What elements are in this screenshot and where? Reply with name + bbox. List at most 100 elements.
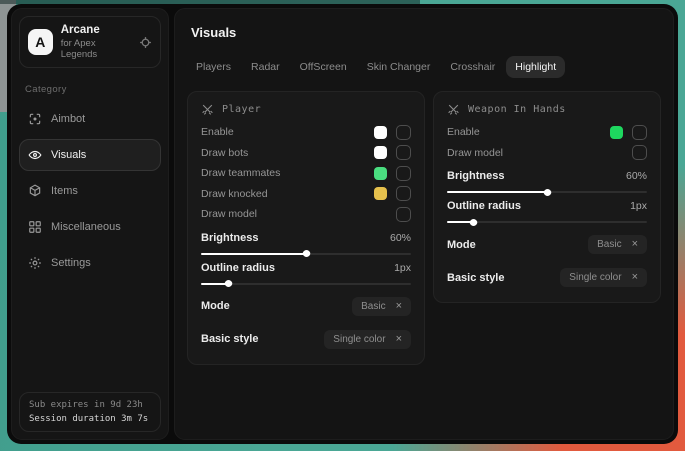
sidebar-item-items[interactable]: Items — [19, 175, 161, 207]
brightness-slider[interactable] — [447, 191, 647, 193]
slider-label: Brightness — [447, 170, 626, 182]
slider-value: 1px — [630, 200, 647, 212]
close-icon[interactable]: × — [632, 272, 638, 283]
setting-label: Enable — [447, 126, 610, 138]
basic-style-tag[interactable]: Single color × — [324, 330, 411, 349]
tag-row-label: Mode — [447, 239, 588, 251]
close-icon[interactable]: × — [632, 239, 638, 250]
weapon-panel-header: Weapon In Hands — [447, 103, 647, 116]
setting-row-enable: Enable — [447, 122, 647, 143]
panel-title: Player — [222, 104, 261, 115]
cheat-menu-window: A Arcane for Apex Legends Category — [7, 4, 678, 444]
panel-title: Weapon In Hands — [468, 104, 566, 115]
sidebar-item-label: Settings — [51, 257, 91, 269]
slider-thumb[interactable] — [302, 249, 312, 259]
close-icon[interactable]: × — [396, 301, 402, 312]
basic-style-row: Basic style Single color × — [201, 328, 411, 351]
sidebar-item-label: Aimbot — [51, 113, 85, 125]
tag-value: Single color — [569, 272, 621, 283]
checkbox[interactable] — [632, 125, 647, 140]
color-swatch[interactable] — [374, 146, 387, 159]
color-swatch[interactable] — [374, 126, 387, 139]
weapon-in-hands-panel: Weapon In Hands Enable Draw model — [433, 91, 661, 303]
color-swatch[interactable] — [374, 187, 387, 200]
setting-row-draw-model: Draw model — [447, 143, 647, 164]
app-subtitle: for Apex Legends — [61, 38, 131, 60]
panels-container: Player Enable Draw bots — [187, 91, 661, 365]
setting-row-draw-knocked: Draw knocked — [201, 184, 411, 205]
tag-value: Basic — [597, 239, 621, 250]
target-icon[interactable] — [139, 36, 152, 49]
gear-icon — [28, 256, 42, 270]
checkbox[interactable] — [396, 207, 411, 222]
tag-row-label: Mode — [201, 300, 352, 312]
setting-label: Draw bots — [201, 147, 374, 159]
aimbot-icon — [28, 112, 42, 126]
setting-row-draw-bots: Draw bots — [201, 143, 411, 164]
mode-row: Mode Basic × — [447, 233, 647, 256]
slider-label: Outline radius — [447, 200, 630, 212]
setting-label: Draw teammates — [201, 167, 374, 179]
setting-row-draw-model: Draw model — [201, 204, 411, 225]
outline-radius-slider-row: Outline radius 1px — [201, 262, 411, 285]
sidebar-item-visuals[interactable]: Visuals — [19, 139, 161, 171]
page-title: Visuals — [191, 25, 661, 40]
setting-row-draw-teammates: Draw teammates — [201, 163, 411, 184]
tab-skin-changer[interactable]: Skin Changer — [358, 56, 440, 78]
grid-icon — [28, 220, 42, 234]
visuals-icon — [28, 148, 42, 162]
sidebar-item-label: Items — [51, 185, 78, 197]
app-titles: Arcane for Apex Legends — [61, 24, 131, 60]
tab-crosshair[interactable]: Crosshair — [441, 56, 504, 78]
app-logo: A — [28, 29, 53, 55]
slider-value: 1px — [394, 262, 411, 274]
slider-label: Outline radius — [201, 262, 394, 274]
slider-thumb[interactable] — [543, 187, 553, 197]
tab-radar[interactable]: Radar — [242, 56, 289, 78]
basic-style-tag[interactable]: Single color × — [560, 268, 647, 287]
tag-row-label: Basic style — [201, 333, 324, 345]
sidebar-item-miscellaneous[interactable]: Miscellaneous — [19, 211, 161, 243]
sidebar-item-settings[interactable]: Settings — [19, 247, 161, 279]
outline-radius-slider-row: Outline radius 1px — [447, 200, 647, 223]
sidebar-item-aimbot[interactable]: Aimbot — [19, 103, 161, 135]
setting-row-enable: Enable — [201, 122, 411, 143]
slider-thumb[interactable] — [224, 279, 234, 289]
brightness-slider[interactable] — [201, 253, 411, 255]
checkbox[interactable] — [396, 145, 411, 160]
tab-highlight[interactable]: Highlight — [506, 56, 565, 78]
mode-tag[interactable]: Basic × — [588, 235, 647, 254]
app-name: Arcane — [61, 24, 131, 36]
tab-bar: Players Radar OffScreen Skin Changer Cro… — [187, 56, 661, 78]
crossed-swords-icon — [447, 103, 460, 116]
brightness-slider-row: Brightness 60% — [201, 232, 411, 255]
sidebar-nav: Aimbot Visuals — [19, 103, 161, 279]
outline-radius-slider[interactable] — [201, 283, 411, 285]
checkbox[interactable] — [396, 125, 411, 140]
slider-label: Brightness — [201, 232, 390, 244]
app-header: A Arcane for Apex Legends — [19, 16, 161, 68]
slider-thumb[interactable] — [469, 217, 479, 227]
sidebar: A Arcane for Apex Legends Category — [11, 8, 169, 440]
tab-offscreen[interactable]: OffScreen — [291, 56, 356, 78]
close-icon[interactable]: × — [396, 334, 402, 345]
setting-label: Enable — [201, 126, 374, 138]
player-panel-header: Player — [201, 103, 411, 116]
mode-tag[interactable]: Basic × — [352, 297, 411, 316]
outline-radius-slider[interactable] — [447, 221, 647, 223]
slider-value: 60% — [626, 170, 647, 182]
sidebar-item-label: Visuals — [51, 149, 86, 161]
checkbox[interactable] — [396, 166, 411, 181]
tab-players[interactable]: Players — [187, 56, 240, 78]
session-duration-text: Session duration 3m 7s — [29, 414, 151, 424]
sidebar-item-label: Miscellaneous — [51, 221, 121, 233]
checkbox[interactable] — [396, 186, 411, 201]
crossed-swords-icon — [201, 103, 214, 116]
checkbox[interactable] — [632, 145, 647, 160]
brightness-slider-row: Brightness 60% — [447, 170, 647, 193]
items-cube-icon — [28, 184, 42, 198]
basic-style-row: Basic style Single color × — [447, 266, 647, 289]
color-swatch[interactable] — [610, 126, 623, 139]
subscription-info: Sub expires in 9d 23h Session duration 3… — [19, 392, 161, 432]
color-swatch[interactable] — [374, 167, 387, 180]
